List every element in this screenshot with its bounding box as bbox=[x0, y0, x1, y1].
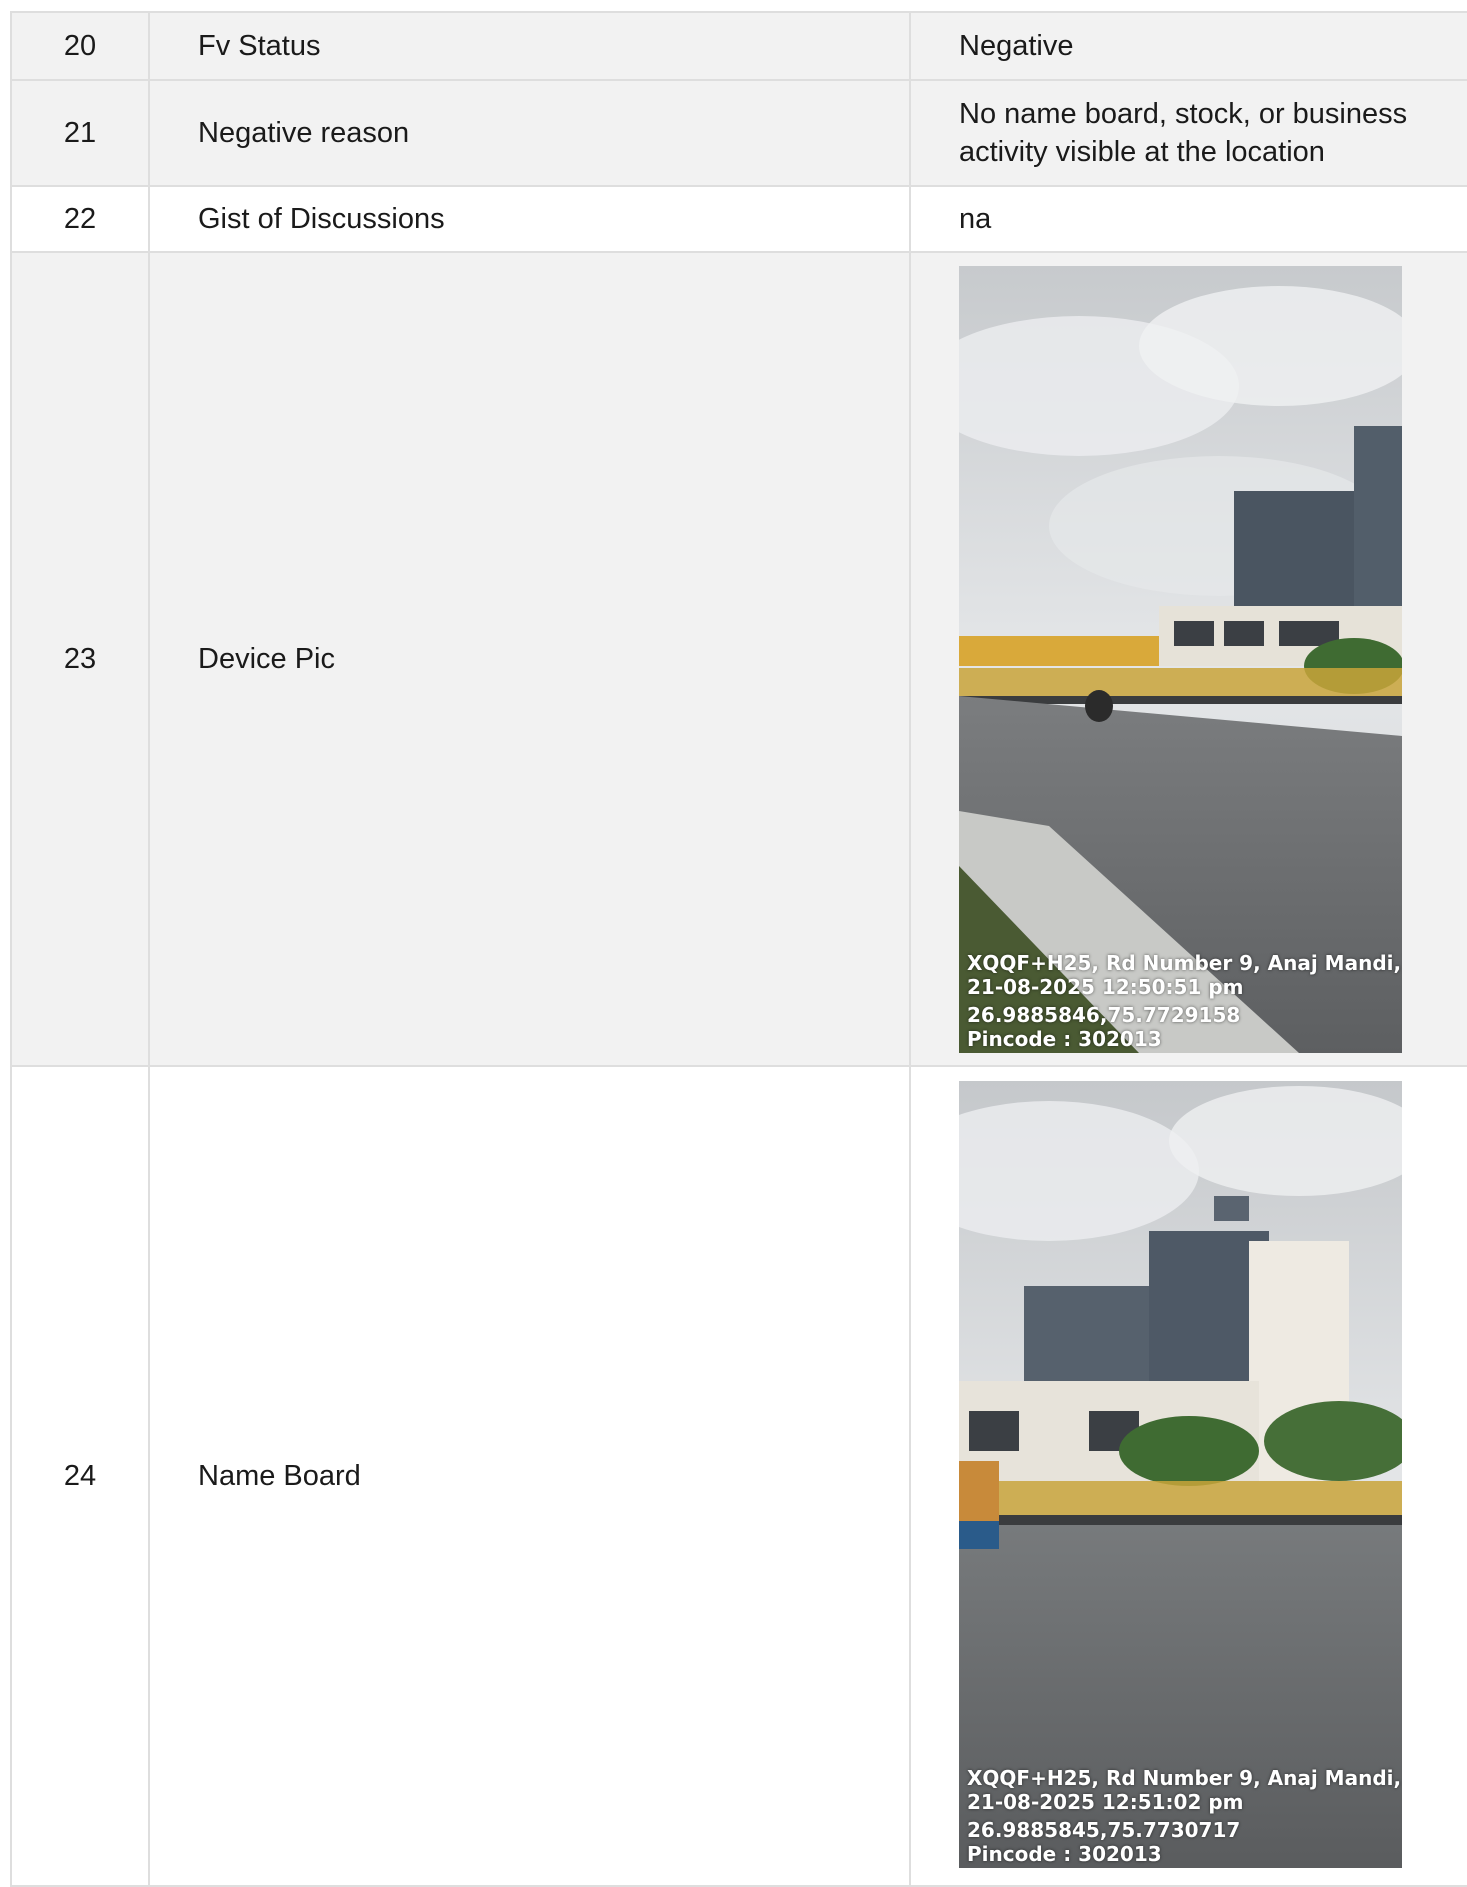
row-value: Negative bbox=[909, 11, 1467, 81]
negative-reason-line-2: activity visible at the location bbox=[959, 136, 1325, 168]
geo-address: XQQF+H25, Rd Number 9, Anaj Mandi, ... bbox=[967, 950, 1402, 975]
gist-value: na bbox=[959, 203, 992, 235]
geo-coords: 26.9885845,75.7730717 bbox=[967, 1818, 1241, 1842]
row-number: 23 bbox=[10, 251, 150, 1067]
device-photo: XQQF+H25, Rd Number 9, Anaj Mandi, ... 2… bbox=[959, 265, 1402, 1053]
fv-status-value: Negative bbox=[959, 30, 1074, 62]
geo-stamp: XQQF+H25, Rd Number 9, Anaj Mandi, ... 2… bbox=[967, 951, 1402, 1051]
geo-datetime: 21-08-2025 12:51:02 pm bbox=[967, 1790, 1244, 1814]
row-number: 20 bbox=[10, 11, 150, 81]
negative-reason-line-1: No name board, stock, or business bbox=[959, 98, 1408, 130]
geo-address: XQQF+H25, Rd Number 9, Anaj Mandi, ... bbox=[967, 1766, 1402, 1790]
table-row: 23 Device Pic XQQF+H25, Rd Number 9, Ana… bbox=[10, 251, 1467, 1067]
table-row: 24 Name Board XQQF+H25, Rd Number 9, Ana… bbox=[10, 1065, 1467, 1887]
table-row: 22 Gist of Discussions na bbox=[10, 185, 1467, 253]
name-board-photo: XQQF+H25, Rd Number 9, Anaj Mandi, ... 2… bbox=[959, 1081, 1402, 1868]
row-number: 24 bbox=[10, 1065, 150, 1887]
row-label: Fv Status bbox=[148, 11, 911, 81]
row-value: na bbox=[909, 185, 1467, 253]
geo-coords: 26.9885846,75.7729158 bbox=[967, 1002, 1241, 1027]
geo-pincode: Pincode : 302013 bbox=[967, 1842, 1162, 1866]
row-value: XQQF+H25, Rd Number 9, Anaj Mandi, ... 2… bbox=[909, 251, 1467, 1067]
verification-table: 20 Fv Status Negative 21 Negative reason… bbox=[10, 11, 1467, 1887]
row-label: Negative reason bbox=[148, 79, 911, 187]
row-label: Device Pic bbox=[148, 251, 911, 1067]
table-row: 20 Fv Status Negative bbox=[10, 11, 1467, 81]
geo-stamp: XQQF+H25, Rd Number 9, Anaj Mandi, ... 2… bbox=[967, 1766, 1402, 1866]
row-value: XQQF+H25, Rd Number 9, Anaj Mandi, ... 2… bbox=[909, 1065, 1467, 1887]
row-value: No name board, stock, or business activi… bbox=[909, 79, 1467, 187]
street-scene-image bbox=[959, 265, 1402, 1053]
building-scene-image bbox=[959, 1081, 1402, 1868]
table-row: 21 Negative reason No name board, stock,… bbox=[10, 79, 1467, 187]
row-label: Name Board bbox=[148, 1065, 911, 1887]
row-number: 22 bbox=[10, 185, 150, 253]
geo-datetime: 21-08-2025 12:50:51 pm bbox=[967, 974, 1244, 999]
geo-pincode: Pincode : 302013 bbox=[967, 1026, 1162, 1051]
row-label: Gist of Discussions bbox=[148, 185, 911, 253]
row-number: 21 bbox=[10, 79, 150, 187]
